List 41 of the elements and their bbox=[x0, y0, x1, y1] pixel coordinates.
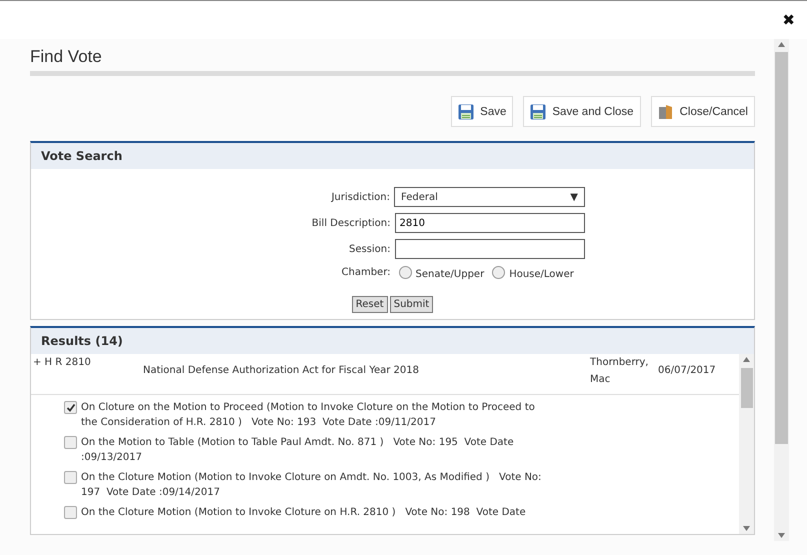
toolbar-button[interactable]: Close/Cancel bbox=[650, 96, 755, 127]
form-button[interactable]: Reset bbox=[352, 296, 388, 313]
field-label: Chamber: bbox=[340, 267, 390, 278]
radio-button[interactable] bbox=[492, 266, 506, 279]
scrollbar[interactable] bbox=[739, 354, 754, 534]
scroll-down-icon[interactable] bbox=[778, 533, 785, 538]
door-icon bbox=[658, 104, 674, 120]
bill-number[interactable]: + H R 2810 bbox=[33, 357, 143, 388]
vote-description: On the Motion to Table (Motion to Table Paul Amdt. No. 871 ) Vote No: 195 Vote Date :09/13/2017 bbox=[81, 436, 515, 465]
input-field[interactable]: 2810 bbox=[394, 213, 584, 233]
scroll-thumb[interactable] bbox=[740, 368, 752, 408]
jurisdiction-dropdown[interactable]: Federal ▼ bbox=[394, 187, 585, 207]
bill-description: National Defense Authorization Act for Fiscal Year 2018 bbox=[143, 364, 420, 378]
scrollbar[interactable] bbox=[774, 39, 789, 541]
field-label: Jurisdiction: bbox=[330, 192, 390, 202]
scroll-down-icon[interactable] bbox=[743, 526, 750, 531]
field-label: Session: bbox=[348, 244, 390, 254]
field-label: Bill Description: bbox=[310, 218, 390, 228]
checkbox[interactable] bbox=[64, 471, 77, 484]
vote-description: On the Cloture Motion (Motion to Invoke Cloture on H.R. 2810 ) Vote No: 198 Vote Date bbox=[81, 506, 527, 520]
vote-description: On Cloture on the Motion to Proceed (Motion to Invoke Cloture on the Motion to Proceed to the Consideration of H.R. 2810 ) Vote No: 193 Vote Date :09/11/2017 bbox=[81, 401, 536, 430]
radio-label: Senate/Upper bbox=[416, 269, 484, 280]
input-field[interactable] bbox=[394, 239, 584, 259]
radio-button[interactable] bbox=[398, 266, 412, 279]
radio-label: House/Lower bbox=[509, 269, 574, 280]
panel-header: Results (14) bbox=[31, 328, 754, 354]
checkbox[interactable] bbox=[64, 436, 77, 449]
form-button[interactable]: Submit bbox=[390, 296, 434, 313]
toolbar-button[interactable]: Save bbox=[451, 96, 514, 127]
checkbox[interactable] bbox=[64, 401, 77, 414]
close-button[interactable]: ✖ bbox=[782, 11, 795, 29]
bill-date: 06/07/2017 bbox=[658, 364, 716, 378]
scroll-up-icon[interactable] bbox=[778, 42, 785, 47]
vote-description: On the Cloture Motion (Motion to Invoke Cloture on Amdt. No. 1003, As Modified ) Vote No: 197 Vote Date :09/14/2017 bbox=[81, 471, 542, 500]
scroll-up-icon[interactable] bbox=[743, 357, 750, 362]
toolbar-button[interactable]: Save and Close bbox=[523, 96, 641, 127]
bill-sponsor: Thornberry, Mac bbox=[590, 356, 650, 387]
dialog-title: Find Vote bbox=[30, 46, 103, 67]
checkbox[interactable] bbox=[64, 506, 77, 519]
scroll-thumb[interactable] bbox=[775, 52, 788, 444]
panel-header: Vote Search bbox=[31, 143, 754, 169]
